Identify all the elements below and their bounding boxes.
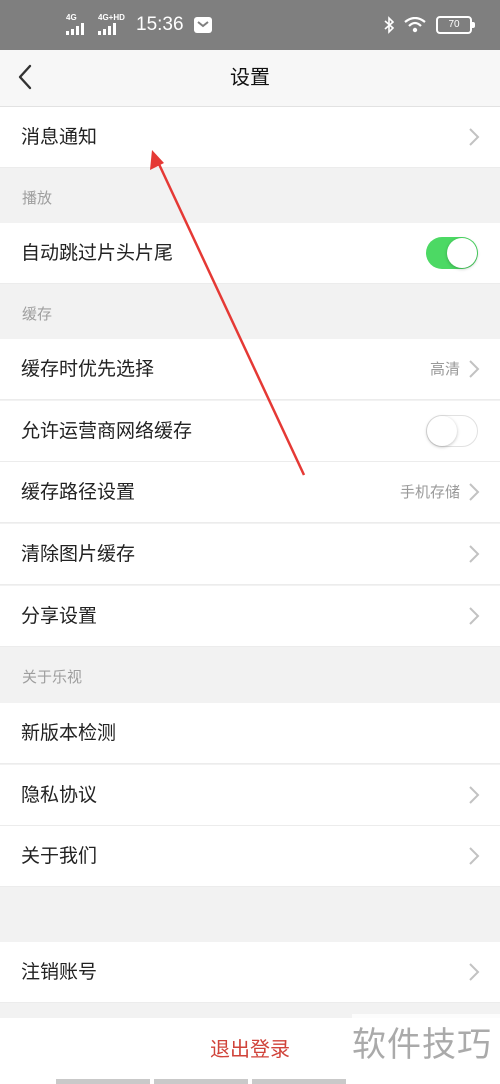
status-bar: 4G 4G+HD 15:36 70	[0, 0, 500, 50]
toggle-knob	[427, 416, 457, 446]
chevron-right-icon	[469, 128, 480, 146]
chevron-right-icon	[469, 847, 480, 865]
bluetooth-icon	[384, 16, 394, 34]
section-header-playback: 播放	[0, 168, 500, 222]
row-label: 允许运营商网络缓存	[21, 420, 193, 442]
chevron-right-icon	[469, 360, 480, 378]
section-title: 关于乐视	[22, 668, 83, 686]
row-label: 关于我们	[21, 845, 98, 867]
battery-level: 70	[448, 19, 460, 30]
settings-row-about-us[interactable]: 关于我们	[0, 826, 500, 887]
row-label: 新版本检测	[21, 722, 117, 744]
section-title: 缓存	[22, 305, 53, 323]
settings-row-cache-path[interactable]: 缓存路径设置 手机存储	[0, 462, 500, 523]
message-icon	[193, 17, 212, 33]
settings-row-privacy[interactable]: 隐私协议	[0, 765, 500, 826]
row-label: 缓存路径设置	[21, 481, 136, 503]
settings-row-notifications[interactable]: 消息通知	[0, 107, 500, 168]
status-time: 15:36	[136, 14, 184, 35]
row-label: 清除图片缓存	[21, 543, 136, 565]
settings-row-share-settings[interactable]: 分享设置	[0, 586, 500, 647]
settings-row-cache-quality[interactable]: 缓存时优先选择 高清	[0, 339, 500, 400]
section-title: 播放	[22, 189, 53, 207]
row-label: 分享设置	[21, 605, 98, 627]
back-button[interactable]	[10, 58, 50, 98]
watermark: 软件技巧	[352, 1014, 500, 1076]
row-value: 高清	[429, 360, 460, 378]
settings-row-deactivate[interactable]: 注销账号	[0, 942, 500, 1003]
settings-row-check-update[interactable]: 新版本检测	[0, 703, 500, 764]
section-header-about: 关于乐视	[0, 647, 500, 701]
chevron-right-icon	[469, 786, 480, 804]
settings-row-clear-image-cache[interactable]: 清除图片缓存	[0, 524, 500, 585]
chevron-left-icon	[18, 64, 32, 90]
chevron-right-icon	[469, 963, 480, 981]
row-value: 手机存储	[399, 483, 460, 501]
settings-row-auto-skip: 自动跳过片头片尾	[0, 223, 500, 284]
toggle-knob	[447, 238, 477, 268]
settings-row-carrier-cache: 允许运营商网络缓存	[0, 401, 500, 462]
indicator-segment	[154, 1079, 248, 1084]
row-label: 自动跳过片头片尾	[21, 242, 174, 264]
carrier-cache-toggle[interactable]	[426, 415, 478, 447]
battery-icon: 70	[436, 16, 475, 34]
network-type-label: 4G+HD	[98, 13, 125, 22]
network-type-label: 4G	[66, 13, 77, 22]
signal-icon: 4G	[66, 14, 92, 36]
chevron-right-icon	[469, 607, 480, 625]
status-left: 4G 4G+HD 15:36	[66, 0, 212, 50]
section-header-cache: 缓存	[0, 284, 500, 338]
chevron-right-icon	[469, 483, 480, 501]
row-label: 消息通知	[21, 126, 98, 148]
chevron-right-icon	[469, 545, 480, 563]
page-title: 设置	[230, 65, 270, 89]
status-right: 70	[384, 0, 475, 50]
wifi-icon	[404, 17, 426, 33]
auto-skip-toggle[interactable]	[426, 237, 478, 269]
indicator-segment	[56, 1079, 150, 1084]
bottom-indicator	[56, 1079, 346, 1084]
row-label: 注销账号	[21, 961, 98, 983]
row-label: 隐私协议	[21, 784, 98, 806]
nav-bar: 设置	[0, 50, 500, 107]
row-label: 缓存时优先选择	[21, 358, 155, 380]
indicator-segment	[252, 1079, 346, 1084]
signal-icon: 4G+HD	[98, 14, 128, 36]
